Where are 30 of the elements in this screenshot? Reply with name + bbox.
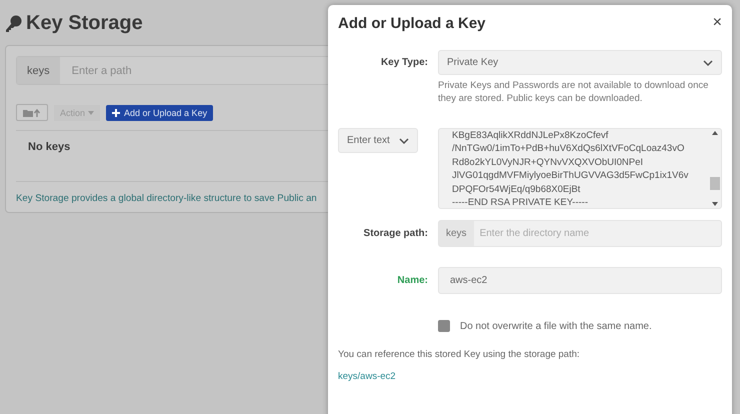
- chevron-down-icon: [399, 138, 409, 144]
- text-input[interactable]: Enter the directory name: [474, 221, 721, 246]
- scrollbar[interactable]: [709, 129, 721, 208]
- key-type-select[interactable]: Private Key: [438, 50, 722, 75]
- dialog-title: Add or Upload a Key: [338, 15, 486, 32]
- chevron-down-icon: [703, 60, 713, 66]
- folder-up-icon: [23, 108, 41, 117]
- help-text: Key Storage provides a global directory-like structure to save Public an: [16, 193, 317, 204]
- input-mode-select[interactable]: Enter text: [338, 128, 418, 153]
- hint-text: Private Keys and Passwords are not available to download once they are stored. Public keys can be downloaded.: [438, 79, 710, 105]
- scroll-thumb[interactable]: [710, 177, 720, 190]
- storage-path-field[interactable]: keys Enter the directory name: [438, 220, 722, 247]
- scroll-down-icon[interactable]: [712, 202, 718, 206]
- add-key-button[interactable]: Add or Upload a Key: [106, 104, 214, 120]
- path-prefix: keys: [439, 221, 474, 246]
- checkbox-label: Do not overwrite a file with the same name.: [460, 320, 652, 332]
- empty-message: No keys: [28, 141, 70, 153]
- plus-icon: [112, 108, 120, 116]
- scroll-up-icon[interactable]: [712, 131, 718, 135]
- page-title: Key Storage: [26, 12, 143, 35]
- key-icon: [5, 14, 22, 32]
- close-button[interactable]: ×: [712, 15, 722, 31]
- reference-text: You can reference this stored Key using the storage path:: [338, 349, 580, 360]
- path-prefix: keys: [17, 57, 60, 84]
- key-text-area[interactable]: KBgE83AqlikXRddNJLePx8KzoCfevf /NnTGw0/1imTo+PdB+huV6XdQs6lXtVFoCqLoaz43vO Rd8o2kYL0VyNJR+QYNvVXQXVObUI0NPeI JlVG01qgdMVFMiylyoeBirThUGVVAG3d5FwCp1ix1V6v DPQFOr54WjEq/q9b68X0EjBt -----END RSA PRIVATE KEY-----: [438, 128, 722, 209]
- field-label: Name:: [396, 275, 428, 286]
- checkbox[interactable]: [438, 320, 450, 332]
- storage-path-link[interactable]: keys/aws-ec2: [338, 371, 396, 382]
- field-label: Storage path:: [362, 228, 428, 239]
- caret-icon: [88, 110, 94, 114]
